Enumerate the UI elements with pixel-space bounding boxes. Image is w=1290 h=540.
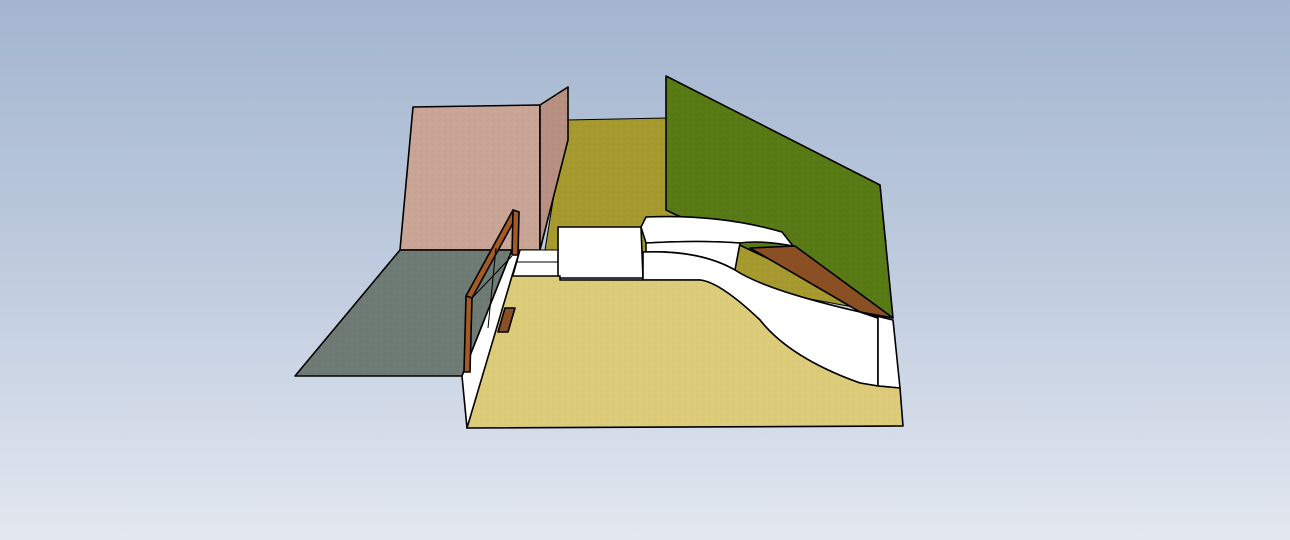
3d-viewport[interactable] [0, 0, 1290, 540]
white-step-lower[interactable] [512, 261, 561, 277]
white-back-wall-block[interactable] [557, 226, 644, 279]
model-canvas[interactable] [0, 0, 1290, 540]
white-step-upper[interactable] [516, 249, 561, 263]
